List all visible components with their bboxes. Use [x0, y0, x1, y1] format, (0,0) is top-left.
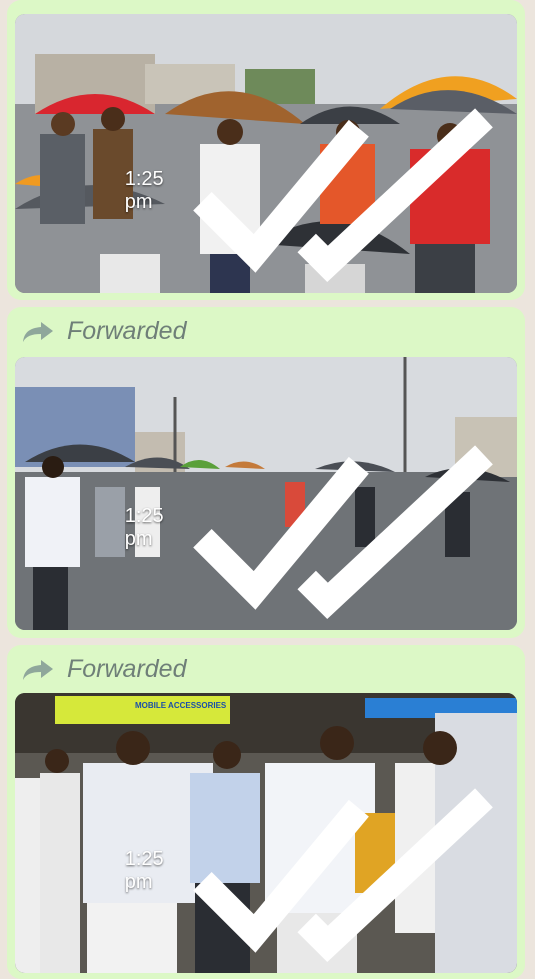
- message-meta-3: 1:25 pm: [125, 777, 505, 965]
- forward-arrow-icon: [23, 321, 53, 342]
- message-time-1: 1:25 pm: [124, 168, 164, 214]
- double-check-icon: [193, 445, 494, 620]
- forwarded-label-row-3: Forwarded: [21, 655, 187, 684]
- shop-banner-text: MOBILE ACCESSORIES: [135, 701, 227, 710]
- message-bubble-1[interactable]: 1:25 pm: [7, 0, 525, 300]
- forwarded-label-2: Forwarded: [67, 317, 187, 345]
- message-photo-3[interactable]: MOBILE ACCESSORIES 1:25 pm: [15, 693, 517, 973]
- message-time-2: 1:25 pm: [124, 505, 164, 551]
- message-time-3: 1:25 pm: [124, 848, 164, 894]
- message-bubble-3[interactable]: Forwarded MOBILE ACCESSORIES 1:25 pm: [7, 645, 525, 979]
- message-bubble-2[interactable]: Forwarded 1:25 pm: [7, 307, 525, 638]
- double-check-icon: [193, 788, 494, 963]
- message-meta-1: 1:25 pm: [125, 97, 505, 285]
- forwarded-label-row-2: Forwarded: [21, 317, 187, 346]
- message-photo-2[interactable]: 1:25 pm: [15, 357, 517, 630]
- message-photo-1[interactable]: 1:25 pm: [15, 14, 517, 293]
- forward-arrow-icon: [23, 659, 53, 680]
- message-meta-2: 1:25 pm: [125, 434, 505, 622]
- forwarded-label-3: Forwarded: [67, 655, 187, 683]
- double-check-icon: [193, 108, 494, 283]
